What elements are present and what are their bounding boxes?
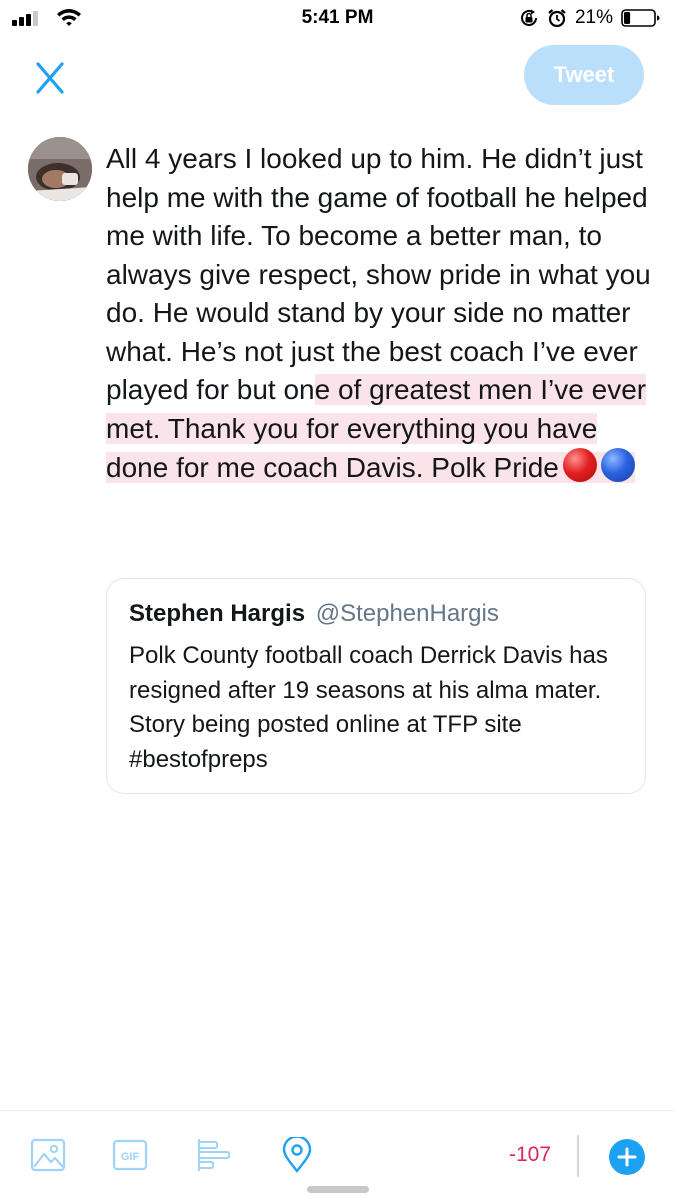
plus-icon	[617, 1147, 637, 1167]
image-icon[interactable]	[30, 1137, 66, 1173]
quoted-tweet-card[interactable]: Stephen Hargis @StephenHargis Polk Count…	[106, 578, 646, 794]
alarm-clock-icon	[548, 9, 566, 28]
quoted-tweet-author-name: Stephen Hargis	[129, 600, 306, 627]
avatar[interactable]	[28, 137, 92, 201]
blue-circle-emoji-icon	[600, 448, 635, 482]
quoted-tweet-header: Stephen Hargis @StephenHargis	[129, 597, 623, 631]
toolbar-divider	[577, 1135, 579, 1177]
home-indicator[interactable]	[307, 1186, 369, 1193]
quoted-tweet-author-handle: @StephenHargis	[315, 600, 499, 627]
red-circle-emoji-icon	[562, 448, 597, 482]
location-icon[interactable]	[279, 1137, 315, 1173]
poll-icon[interactable]	[196, 1137, 232, 1173]
tweet-button[interactable]: Tweet	[524, 45, 644, 105]
character-count: -107	[508, 1143, 552, 1166]
close-icon[interactable]	[30, 58, 70, 98]
compose-text-within-limit: All 4 years I looked up to him. He didn’…	[106, 143, 651, 405]
quoted-tweet-text: Polk County football coach Derrick Davis…	[129, 642, 608, 773]
gif-icon[interactable]: GIF	[112, 1137, 148, 1173]
add-tweet-button[interactable]	[609, 1139, 645, 1175]
tweet-compose-text[interactable]: All 4 years I looked up to him. He didn’…	[106, 140, 651, 488]
status-bar: 5:41 PM 21%	[0, 0, 675, 40]
rotation-lock-icon	[520, 9, 537, 26]
svg-text:GIF: GIF	[121, 1151, 140, 1163]
battery-icon	[621, 9, 660, 27]
battery-percent: 21%	[574, 7, 613, 28]
